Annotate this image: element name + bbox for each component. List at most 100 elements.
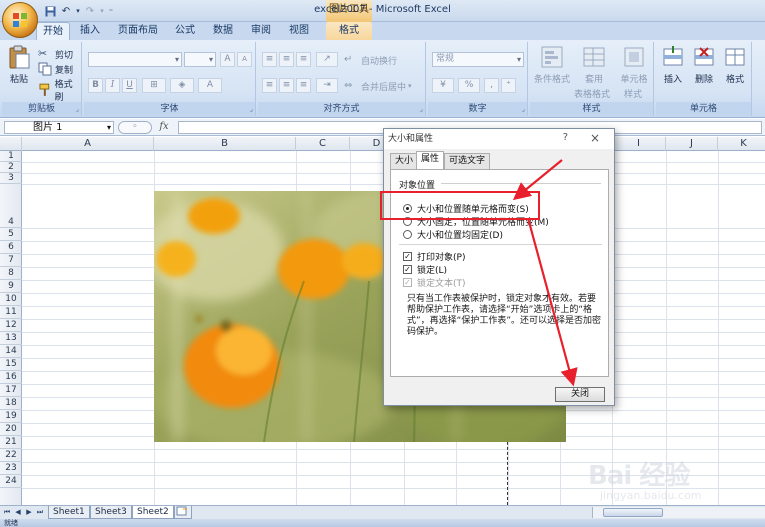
align-left-icon[interactable]: ≡ bbox=[262, 78, 277, 93]
row-header[interactable]: 4 bbox=[0, 184, 22, 228]
help-icon[interactable]: ? bbox=[563, 132, 568, 143]
dialog-launcher-icon[interactable]: ⌟ bbox=[250, 105, 253, 113]
underline-button[interactable]: U bbox=[122, 78, 137, 93]
checkbox-print-object[interactable]: ✓ 打印对象(P) bbox=[403, 250, 465, 263]
office-button[interactable] bbox=[2, 2, 38, 38]
row-header[interactable]: 21 bbox=[0, 436, 22, 449]
column-header[interactable]: K bbox=[718, 137, 765, 151]
paste-button[interactable]: 粘贴 bbox=[6, 44, 32, 85]
row-header[interactable]: 13 bbox=[0, 332, 22, 345]
insert-sheet-button[interactable] bbox=[174, 506, 192, 519]
row-header[interactable]: 24 bbox=[0, 475, 22, 488]
format-cells-button[interactable]: 格式 bbox=[720, 44, 750, 85]
close-button[interactable]: 关闭 bbox=[555, 387, 605, 402]
format-painter-button[interactable]: 格式刷 bbox=[38, 77, 81, 103]
percent-button[interactable]: % bbox=[458, 78, 480, 93]
insert-cells-button[interactable]: 插入 bbox=[658, 44, 688, 85]
align-right-icon[interactable]: ≡ bbox=[296, 78, 311, 93]
name-box[interactable]: 图片 1 ▾ bbox=[4, 121, 114, 134]
tab-view[interactable]: 视图 bbox=[282, 22, 316, 40]
column-header[interactable]: A bbox=[22, 137, 154, 151]
dialog-launcher-icon[interactable]: ⌟ bbox=[76, 105, 79, 113]
sheet-tab[interactable]: Sheet1 bbox=[48, 506, 90, 519]
dialog-tab-properties[interactable]: 属性 bbox=[416, 151, 445, 169]
tab-home[interactable]: 开始 bbox=[36, 22, 70, 40]
sheet-tab[interactable]: Sheet3 bbox=[90, 506, 132, 519]
row-header[interactable]: 23 bbox=[0, 462, 22, 475]
select-all-corner[interactable] bbox=[0, 137, 22, 151]
delete-cells-button[interactable]: 删除 bbox=[689, 44, 719, 85]
column-header[interactable]: I bbox=[612, 137, 666, 151]
row-header[interactable]: 12 bbox=[0, 319, 22, 332]
row-header[interactable]: 2 bbox=[0, 162, 22, 173]
radio-button[interactable] bbox=[403, 230, 412, 239]
row-header[interactable]: 8 bbox=[0, 267, 22, 280]
column-header[interactable]: B bbox=[154, 137, 296, 151]
tab-format[interactable]: 格式 bbox=[326, 22, 372, 40]
grow-font-button[interactable]: A bbox=[220, 52, 235, 67]
row-header[interactable]: 20 bbox=[0, 423, 22, 436]
orientation-icon[interactable]: ↗ bbox=[316, 52, 338, 67]
checkbox-checked-icon[interactable]: ✓ bbox=[403, 265, 412, 274]
checkbox-checked-icon[interactable]: ✓ bbox=[403, 252, 412, 261]
table-format-button[interactable]: 套用 bbox=[574, 44, 614, 85]
close-icon[interactable]: × bbox=[590, 131, 600, 145]
row-header[interactable]: 17 bbox=[0, 384, 22, 397]
radio-dont-move-or-size[interactable]: 大小和位置均固定(D) bbox=[403, 228, 503, 241]
insert-function-button[interactable]: fx bbox=[152, 121, 176, 134]
checkbox-locked[interactable]: ✓ 锁定(L) bbox=[403, 263, 447, 276]
align-middle-icon[interactable]: ≡ bbox=[279, 52, 294, 67]
row-header[interactable]: 22 bbox=[0, 449, 22, 462]
bold-button[interactable]: B bbox=[88, 78, 103, 93]
font-color-button[interactable]: A bbox=[198, 78, 222, 93]
tab-review[interactable]: 审阅 bbox=[244, 22, 278, 40]
shrink-font-button[interactable]: A bbox=[237, 52, 252, 67]
copy-button[interactable]: 复制 bbox=[38, 62, 73, 76]
row-header[interactable]: 3 bbox=[0, 173, 22, 184]
conditional-format-button[interactable]: 条件格式 bbox=[532, 44, 572, 85]
next-sheet-icon[interactable]: ▶ bbox=[24, 507, 34, 518]
prev-sheet-icon[interactable]: ◀ bbox=[13, 507, 23, 518]
scrollbar-thumb[interactable] bbox=[603, 508, 663, 517]
wrap-text-button[interactable]: ↵ 自动换行 bbox=[344, 53, 397, 67]
row-header[interactable]: 5 bbox=[0, 228, 22, 241]
row-header[interactable]: 19 bbox=[0, 410, 22, 423]
row-header[interactable]: 16 bbox=[0, 371, 22, 384]
horizontal-scrollbar[interactable] bbox=[592, 507, 765, 518]
row-header[interactable]: 7 bbox=[0, 254, 22, 267]
dialog-launcher-icon[interactable]: ⌟ bbox=[420, 105, 423, 113]
row-header[interactable]: 9 bbox=[0, 280, 22, 293]
dialog-launcher-icon[interactable]: ⌟ bbox=[522, 105, 525, 113]
comma-button[interactable]: , bbox=[484, 78, 499, 93]
font-size-combo[interactable]: ▾ bbox=[184, 52, 216, 67]
column-header[interactable]: J bbox=[666, 137, 718, 151]
row-header[interactable]: 6 bbox=[0, 241, 22, 254]
align-top-icon[interactable]: ≡ bbox=[262, 52, 277, 67]
tab-data[interactable]: 数据 bbox=[206, 22, 240, 40]
font-name-combo[interactable]: ▾ bbox=[88, 52, 182, 67]
row-header[interactable]: 10 bbox=[0, 293, 22, 306]
currency-button[interactable]: ¥ bbox=[432, 78, 454, 93]
column-header[interactable]: C bbox=[296, 137, 350, 151]
formula-bar-expander-icon[interactable]: ◦ bbox=[118, 121, 152, 134]
cell-styles-button[interactable]: 单元格 bbox=[616, 44, 652, 85]
last-sheet-icon[interactable]: ⏭ bbox=[35, 507, 45, 518]
row-header[interactable]: 1 bbox=[0, 151, 22, 162]
tab-formulas[interactable]: 公式 bbox=[168, 22, 202, 40]
row-header[interactable]: 18 bbox=[0, 397, 22, 410]
merge-center-button[interactable]: ⇔ 合并后居中 ▾ bbox=[344, 79, 412, 93]
indent-icon[interactable]: ⇥ bbox=[316, 78, 338, 93]
tab-page-layout[interactable]: 页面布局 bbox=[110, 22, 166, 40]
first-sheet-icon[interactable]: ⏮ bbox=[2, 507, 12, 518]
italic-button[interactable]: I bbox=[105, 78, 120, 93]
dialog-tab-alt-text[interactable]: 可选文字 bbox=[444, 153, 491, 169]
sheet-tab-active[interactable]: Sheet2 bbox=[132, 506, 174, 519]
cut-button[interactable]: ✂ 剪切 bbox=[38, 47, 73, 61]
tab-insert[interactable]: 插入 bbox=[74, 22, 106, 40]
row-header[interactable]: 11 bbox=[0, 306, 22, 319]
align-center-icon[interactable]: ≡ bbox=[279, 78, 294, 93]
align-bottom-icon[interactable]: ≡ bbox=[296, 52, 311, 67]
fill-color-button[interactable]: ◈ bbox=[170, 78, 194, 93]
borders-button[interactable]: ⊞ bbox=[142, 78, 166, 93]
increase-decimal-icon[interactable]: ⁺ bbox=[501, 78, 516, 93]
